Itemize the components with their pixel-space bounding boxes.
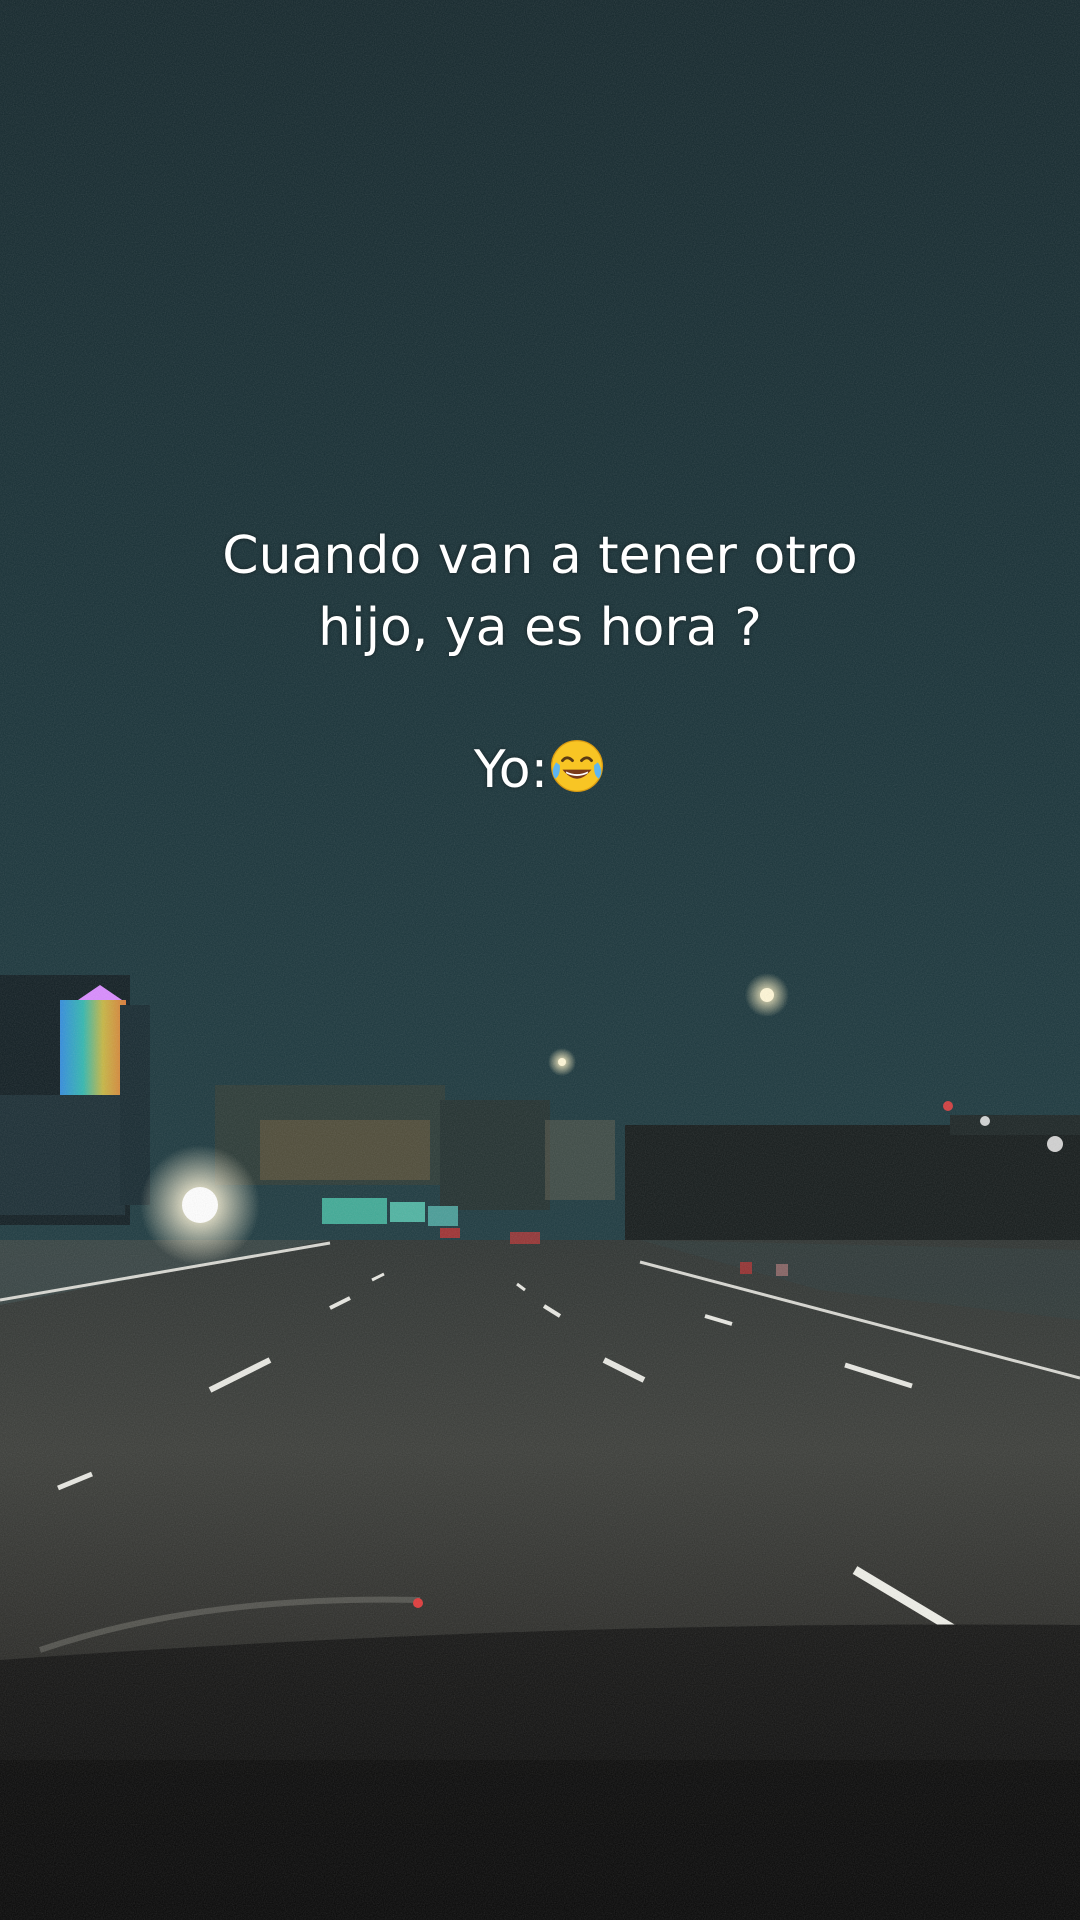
night-highway-photo (0, 0, 1080, 1920)
face-with-tears-of-joy-icon (551, 739, 604, 793)
caption-line-3: Yo: (140, 734, 940, 806)
caption-text: Cuando van a tener otro hijo, ya es hora… (140, 520, 940, 806)
video-frame: Cuando van a tener otro hijo, ya es hora… (0, 0, 1080, 1920)
caption-yo: Yo: (473, 740, 549, 800)
film-grain (0, 0, 1080, 1920)
caption-line-1: Cuando van a tener otro (222, 526, 858, 586)
caption-line-2: hijo, ya es hora ? (318, 598, 762, 658)
